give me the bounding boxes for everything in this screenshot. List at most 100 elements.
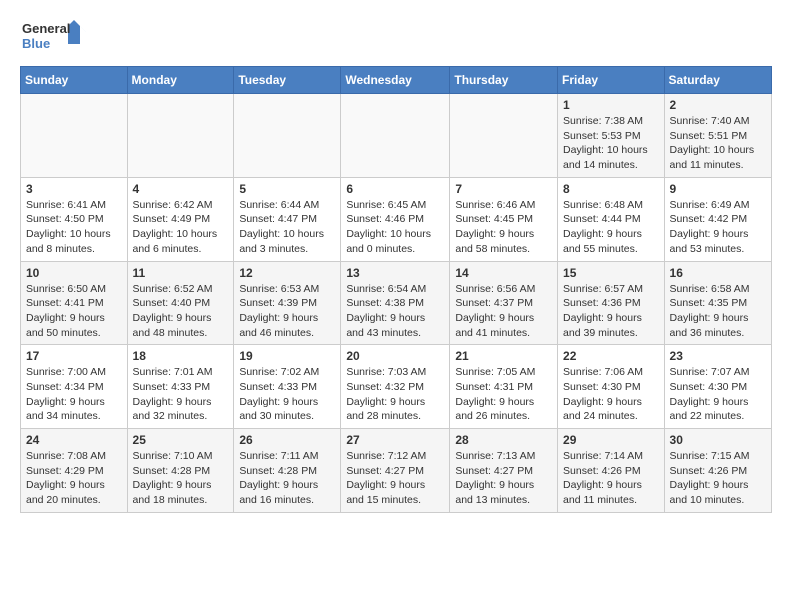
day-info: Sunrise: 7:05 AM Sunset: 4:31 PM Dayligh… [455, 365, 552, 424]
day-number: 16 [670, 266, 766, 280]
day-info: Sunrise: 7:11 AM Sunset: 4:28 PM Dayligh… [239, 449, 335, 508]
day-number: 25 [133, 433, 229, 447]
calendar-cell: 24 Sunrise: 7:08 AM Sunset: 4:29 PM Dayli… [21, 429, 128, 513]
day-number: 10 [26, 266, 122, 280]
day-number: 22 [563, 349, 659, 363]
day-number: 17 [26, 349, 122, 363]
calendar-cell: 6 Sunrise: 6:45 AM Sunset: 4:46 PM Daylig… [341, 177, 450, 261]
day-number: 4 [133, 182, 229, 196]
calendar-cell: 12 Sunrise: 6:53 AM Sunset: 4:39 PM Dayli… [234, 261, 341, 345]
day-number: 8 [563, 182, 659, 196]
day-number: 14 [455, 266, 552, 280]
day-info: Sunrise: 7:13 AM Sunset: 4:27 PM Dayligh… [455, 449, 552, 508]
calendar-cell: 26Sunrise: 7:11 AM Sunset: 4:28 PM Dayli… [234, 429, 341, 513]
calendar-cell: 16 Sunrise: 6:58 AM Sunset: 4:35 PM Dayli… [664, 261, 771, 345]
calendar-week-5: 24 Sunrise: 7:08 AM Sunset: 4:29 PM Dayli… [21, 429, 772, 513]
calendar-cell: 19 Sunrise: 7:02 AM Sunset: 4:33 PM Dayli… [234, 345, 341, 429]
day-number: 12 [239, 266, 335, 280]
calendar-cell: 2 Sunrise: 7:40 AM Sunset: 5:51 PM Daylig… [664, 94, 771, 178]
calendar-cell [21, 94, 128, 178]
header-monday: Monday [127, 67, 234, 94]
calendar-cell: 1 Sunrise: 7:38 AM Sunset: 5:53 PM Daylig… [558, 94, 665, 178]
day-info: Sunrise: 6:56 AM Sunset: 4:37 PM Dayligh… [455, 282, 552, 341]
logo-svg: GeneralBlue [20, 16, 90, 56]
day-info: Sunrise: 6:42 AM Sunset: 4:49 PM Dayligh… [133, 198, 229, 257]
calendar-cell [450, 94, 558, 178]
calendar-cell: 23 Sunrise: 7:07 AM Sunset: 4:30 PM Dayli… [664, 345, 771, 429]
day-info: Sunrise: 6:46 AM Sunset: 4:45 PM Dayligh… [455, 198, 552, 257]
day-info: Sunrise: 6:49 AM Sunset: 4:42 PM Dayligh… [670, 198, 766, 257]
calendar-cell: 27 Sunrise: 7:12 AM Sunset: 4:27 PM Dayli… [341, 429, 450, 513]
day-info: Sunrise: 7:15 AM Sunset: 4:26 PM Dayligh… [670, 449, 766, 508]
day-info: Sunrise: 7:00 AM Sunset: 4:34 PM Dayligh… [26, 365, 122, 424]
day-number: 9 [670, 182, 766, 196]
day-number: 19 [239, 349, 335, 363]
day-info: Sunrise: 7:12 AM Sunset: 4:27 PM Dayligh… [346, 449, 444, 508]
day-info: Sunrise: 6:53 AM Sunset: 4:39 PM Dayligh… [239, 282, 335, 341]
calendar-cell: 13Sunrise: 6:54 AM Sunset: 4:38 PM Dayli… [341, 261, 450, 345]
day-info: Sunrise: 6:45 AM Sunset: 4:46 PM Dayligh… [346, 198, 444, 257]
calendar-cell: 9 Sunrise: 6:49 AM Sunset: 4:42 PM Daylig… [664, 177, 771, 261]
day-info: Sunrise: 7:08 AM Sunset: 4:29 PM Dayligh… [26, 449, 122, 508]
calendar-week-1: 1 Sunrise: 7:38 AM Sunset: 5:53 PM Daylig… [21, 94, 772, 178]
calendar-cell: 15Sunrise: 6:57 AM Sunset: 4:36 PM Dayli… [558, 261, 665, 345]
day-number: 21 [455, 349, 552, 363]
calendar-cell: 17 Sunrise: 7:00 AM Sunset: 4:34 PM Dayli… [21, 345, 128, 429]
header-wednesday: Wednesday [341, 67, 450, 94]
day-info: Sunrise: 7:01 AM Sunset: 4:33 PM Dayligh… [133, 365, 229, 424]
calendar-cell: 3 Sunrise: 6:41 AM Sunset: 4:50 PM Daylig… [21, 177, 128, 261]
calendar-cell [234, 94, 341, 178]
calendar-cell: 28 Sunrise: 7:13 AM Sunset: 4:27 PM Dayli… [450, 429, 558, 513]
day-info: Sunrise: 7:10 AM Sunset: 4:28 PM Dayligh… [133, 449, 229, 508]
day-number: 6 [346, 182, 444, 196]
day-info: Sunrise: 7:02 AM Sunset: 4:33 PM Dayligh… [239, 365, 335, 424]
calendar-cell: 21 Sunrise: 7:05 AM Sunset: 4:31 PM Dayli… [450, 345, 558, 429]
page-header: GeneralBlue [20, 16, 772, 56]
calendar-cell: 10 Sunrise: 6:50 AM Sunset: 4:41 PM Dayli… [21, 261, 128, 345]
day-number: 18 [133, 349, 229, 363]
day-number: 20 [346, 349, 444, 363]
day-number: 29 [563, 433, 659, 447]
day-info: Sunrise: 6:41 AM Sunset: 4:50 PM Dayligh… [26, 198, 122, 257]
day-info: Sunrise: 6:44 AM Sunset: 4:47 PM Dayligh… [239, 198, 335, 257]
calendar-cell: 18 Sunrise: 7:01 AM Sunset: 4:33 PM Dayli… [127, 345, 234, 429]
day-info: Sunrise: 7:07 AM Sunset: 4:30 PM Dayligh… [670, 365, 766, 424]
day-info: Sunrise: 7:06 AM Sunset: 4:30 PM Dayligh… [563, 365, 659, 424]
header-sunday: Sunday [21, 67, 128, 94]
day-number: 3 [26, 182, 122, 196]
calendar-cell: 30 Sunrise: 7:15 AM Sunset: 4:26 PM Dayli… [664, 429, 771, 513]
day-number: 1 [563, 98, 659, 112]
calendar-cell: 14 Sunrise: 6:56 AM Sunset: 4:37 PM Dayli… [450, 261, 558, 345]
day-number: 7 [455, 182, 552, 196]
day-info: Sunrise: 7:40 AM Sunset: 5:51 PM Dayligh… [670, 114, 766, 173]
day-info: Sunrise: 7:38 AM Sunset: 5:53 PM Dayligh… [563, 114, 659, 173]
day-number: 24 [26, 433, 122, 447]
day-info: Sunrise: 6:58 AM Sunset: 4:35 PM Dayligh… [670, 282, 766, 341]
calendar-table: SundayMondayTuesdayWednesdayThursdayFrid… [20, 66, 772, 513]
day-number: 28 [455, 433, 552, 447]
calendar-cell: 11 Sunrise: 6:52 AM Sunset: 4:40 PM Dayli… [127, 261, 234, 345]
day-info: Sunrise: 6:48 AM Sunset: 4:44 PM Dayligh… [563, 198, 659, 257]
day-number: 23 [670, 349, 766, 363]
header-thursday: Thursday [450, 67, 558, 94]
day-number: 5 [239, 182, 335, 196]
calendar-week-4: 17 Sunrise: 7:00 AM Sunset: 4:34 PM Dayli… [21, 345, 772, 429]
day-number: 11 [133, 266, 229, 280]
day-info: Sunrise: 6:50 AM Sunset: 4:41 PM Dayligh… [26, 282, 122, 341]
day-number: 27 [346, 433, 444, 447]
day-info: Sunrise: 6:52 AM Sunset: 4:40 PM Dayligh… [133, 282, 229, 341]
calendar-week-3: 10 Sunrise: 6:50 AM Sunset: 4:41 PM Dayli… [21, 261, 772, 345]
calendar-cell: 4 Sunrise: 6:42 AM Sunset: 4:49 PM Daylig… [127, 177, 234, 261]
day-number: 30 [670, 433, 766, 447]
calendar-cell: 29 Sunrise: 7:14 AM Sunset: 4:26 PM Dayli… [558, 429, 665, 513]
day-info: Sunrise: 7:14 AM Sunset: 4:26 PM Dayligh… [563, 449, 659, 508]
calendar-header-row: SundayMondayTuesdayWednesdayThursdayFrid… [21, 67, 772, 94]
day-number: 2 [670, 98, 766, 112]
header-saturday: Saturday [664, 67, 771, 94]
day-info: Sunrise: 6:57 AM Sunset: 4:36 PM Dayligh… [563, 282, 659, 341]
header-tuesday: Tuesday [234, 67, 341, 94]
day-number: 13 [346, 266, 444, 280]
calendar-cell [341, 94, 450, 178]
svg-text:General: General [22, 21, 70, 36]
calendar-cell: 22 Sunrise: 7:06 AM Sunset: 4:30 PM Dayli… [558, 345, 665, 429]
